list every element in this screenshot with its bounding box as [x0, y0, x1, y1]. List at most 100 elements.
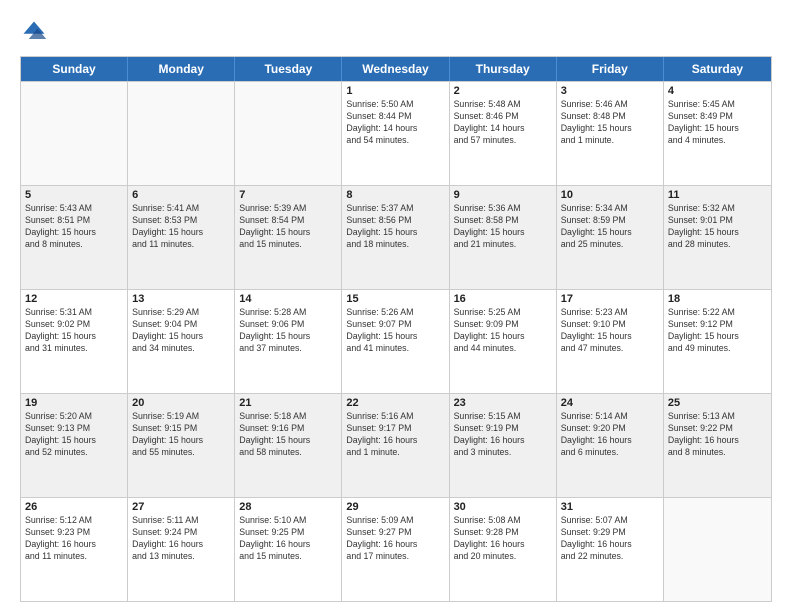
day-number: 24 [561, 397, 659, 409]
cell-line: Sunrise: 5:43 AM [25, 203, 123, 215]
cell-line: and 11 minutes. [25, 551, 123, 563]
cell-line: Daylight: 15 hours [454, 331, 552, 343]
cell-line: and 37 minutes. [239, 343, 337, 355]
cell-line: Sunset: 9:19 PM [454, 423, 552, 435]
cell-line: Sunset: 8:56 PM [346, 215, 444, 227]
cell-line: Sunrise: 5:41 AM [132, 203, 230, 215]
cell-line: and 57 minutes. [454, 135, 552, 147]
cell-line: Sunrise: 5:50 AM [346, 99, 444, 111]
day-number: 28 [239, 501, 337, 513]
cell-line: and 8 minutes. [668, 447, 767, 459]
cell-line: Sunset: 9:06 PM [239, 319, 337, 331]
cell-line: Daylight: 16 hours [25, 539, 123, 551]
day-number: 21 [239, 397, 337, 409]
day-number: 29 [346, 501, 444, 513]
header-day: Wednesday [342, 57, 449, 81]
calendar-cell: 24Sunrise: 5:14 AMSunset: 9:20 PMDayligh… [557, 394, 664, 497]
cell-line: Sunrise: 5:16 AM [346, 411, 444, 423]
cell-line: and 13 minutes. [132, 551, 230, 563]
day-number: 7 [239, 189, 337, 201]
cell-line: and 58 minutes. [239, 447, 337, 459]
cell-line: Sunrise: 5:13 AM [668, 411, 767, 423]
cell-line: Daylight: 15 hours [561, 123, 659, 135]
cell-line: Daylight: 15 hours [25, 227, 123, 239]
calendar-cell: 30Sunrise: 5:08 AMSunset: 9:28 PMDayligh… [450, 498, 557, 601]
header-day: Monday [128, 57, 235, 81]
cell-line: Daylight: 15 hours [25, 331, 123, 343]
day-number: 23 [454, 397, 552, 409]
cell-line: and 52 minutes. [25, 447, 123, 459]
cell-line: and 41 minutes. [346, 343, 444, 355]
cell-line: Sunset: 9:09 PM [454, 319, 552, 331]
calendar-cell: 8Sunrise: 5:37 AMSunset: 8:56 PMDaylight… [342, 186, 449, 289]
calendar-cell: 6 Sunrise: 5:41 AMSunset: 8:53 PMDaylight… [128, 186, 235, 289]
day-number: 1 [346, 85, 444, 97]
cell-line: Sunrise: 5:25 AM [454, 307, 552, 319]
cell-line: Daylight: 16 hours [346, 539, 444, 551]
cell-line: Daylight: 15 hours [239, 227, 337, 239]
calendar-cell: 2Sunrise: 5:48 AMSunset: 8:46 PMDaylight… [450, 82, 557, 185]
page: SundayMondayTuesdayWednesdayThursdayFrid… [0, 0, 792, 612]
day-number: 6 [132, 189, 230, 201]
cell-line: Sunrise: 5:28 AM [239, 307, 337, 319]
cell-line: Sunset: 8:49 PM [668, 111, 767, 123]
header-day: Friday [557, 57, 664, 81]
calendar-cell: 18Sunrise: 5:22 AMSunset: 9:12 PMDayligh… [664, 290, 771, 393]
cell-line: Sunrise: 5:39 AM [239, 203, 337, 215]
calendar-cell: 16Sunrise: 5:25 AMSunset: 9:09 PMDayligh… [450, 290, 557, 393]
cell-line: Sunrise: 5:11 AM [132, 515, 230, 527]
cell-line: Daylight: 16 hours [346, 435, 444, 447]
cell-line: Sunset: 9:13 PM [25, 423, 123, 435]
calendar-row: 5Sunrise: 5:43 AMSunset: 8:51 PMDaylight… [21, 185, 771, 289]
cell-line: Sunrise: 5:10 AM [239, 515, 337, 527]
cell-line: and 8 minutes. [25, 239, 123, 251]
cell-line: Daylight: 15 hours [561, 227, 659, 239]
cell-line: Sunset: 9:12 PM [668, 319, 767, 331]
cell-line: and 34 minutes. [132, 343, 230, 355]
day-number: 2 [454, 85, 552, 97]
cell-line: and 17 minutes. [346, 551, 444, 563]
day-number: 9 [454, 189, 552, 201]
cell-line: Sunrise: 5:34 AM [561, 203, 659, 215]
day-number: 11 [668, 189, 767, 201]
day-number: 31 [561, 501, 659, 513]
cell-line: Sunrise: 5:15 AM [454, 411, 552, 423]
calendar-body: 1 Sunrise: 5:50 AMSunset: 8:44 PM Daylight… [21, 81, 771, 601]
cell-line: Sunset: 9:01 PM [668, 215, 767, 227]
calendar-cell: 14Sunrise: 5:28 AMSunset: 9:06 PMDayligh… [235, 290, 342, 393]
calendar-row: 26Sunrise: 5:12 AMSunset: 9:23 PMDayligh… [21, 497, 771, 601]
cell-line: Daylight: 15 hours [132, 435, 230, 447]
calendar-cell: 17Sunrise: 5:23 AMSunset: 9:10 PMDayligh… [557, 290, 664, 393]
cell-line: Sunrise: 5:45 AM [668, 99, 767, 111]
cell-line: Sunrise: 5:19 AM [132, 411, 230, 423]
cell-line: and 25 minutes. [561, 239, 659, 251]
calendar-row: 1 Sunrise: 5:50 AMSunset: 8:44 PM Daylight… [21, 81, 771, 185]
cell-line: Sunset: 9:17 PM [346, 423, 444, 435]
cell-line: Daylight: 16 hours [239, 539, 337, 551]
cell-line: Daylight: 15 hours [132, 227, 230, 239]
cell-line: Daylight: 15 hours [239, 435, 337, 447]
day-number: 14 [239, 293, 337, 305]
day-number: 10 [561, 189, 659, 201]
header-day: Sunday [21, 57, 128, 81]
cell-line: Sunset: 8:44 PM [346, 111, 444, 123]
logo-icon [20, 18, 48, 46]
calendar-cell [128, 82, 235, 185]
calendar-cell [21, 82, 128, 185]
cell-line: and 6 minutes. [561, 447, 659, 459]
cell-line: and 15 minutes. [239, 239, 337, 251]
calendar-cell: 12Sunrise: 5:31 AMSunset: 9:02 PMDayligh… [21, 290, 128, 393]
cell-line: Daylight: 16 hours [668, 435, 767, 447]
cell-line: Sunrise: 5:07 AM [561, 515, 659, 527]
cell-line: and 3 minutes. [454, 447, 552, 459]
calendar-cell: 3Sunrise: 5:46 AMSunset: 8:48 PMDaylight… [557, 82, 664, 185]
cell-line: Sunset: 9:24 PM [132, 527, 230, 539]
calendar-cell [235, 82, 342, 185]
calendar-cell: 1Sunrise: 5:50 AMSunset: 8:44 PMDaylight… [342, 82, 449, 185]
cell-line: Sunset: 8:53 PM [132, 215, 230, 227]
header-day: Saturday [664, 57, 771, 81]
cell-line: and 18 minutes. [346, 239, 444, 251]
cell-line: Sunset: 8:59 PM [561, 215, 659, 227]
cell-line: Sunset: 9:02 PM [25, 319, 123, 331]
header [20, 18, 772, 46]
